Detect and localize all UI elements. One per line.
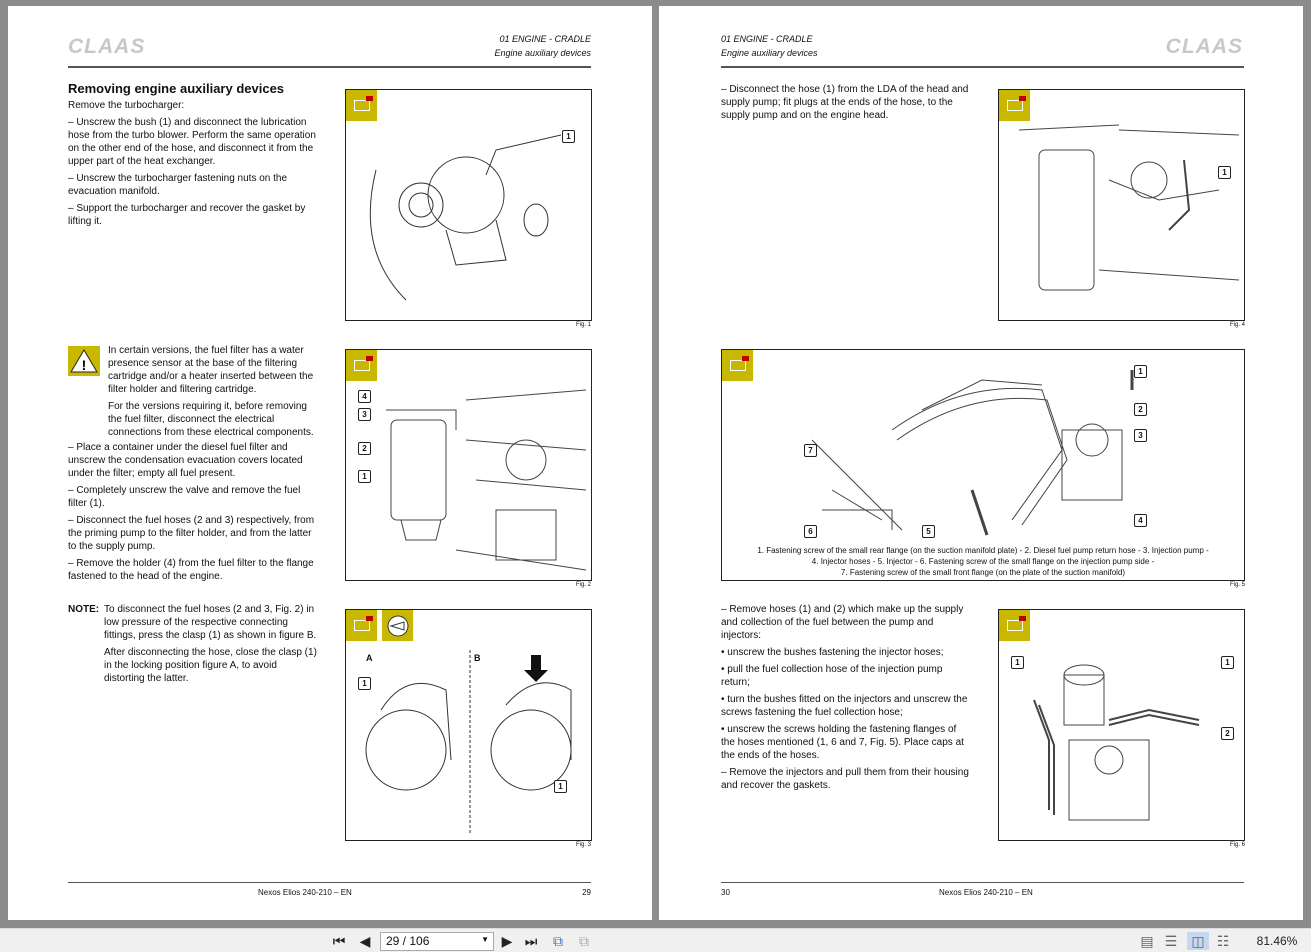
- paragraph: – Remove the holder (4) from the fuel fi…: [68, 558, 314, 582]
- header-rule: [721, 66, 1244, 68]
- figure-label: Fig. 4: [1229, 322, 1245, 328]
- note-label: NOTE:: [68, 604, 100, 615]
- paragraph: – Support the turbocharger and recover t…: [68, 203, 306, 227]
- paragraph: – Completely unscrew the valve and remov…: [68, 485, 301, 509]
- figure-6: 112: [998, 609, 1245, 841]
- svg-text:!: !: [82, 357, 87, 373]
- page-title: Removing engine auxiliary devices: [68, 81, 285, 96]
- page-number: 30: [721, 888, 730, 897]
- warning-icon: !: [68, 346, 100, 376]
- figure-label: Fig. 6: [1229, 842, 1245, 848]
- next-page-icon[interactable]: ▶: [498, 932, 516, 950]
- viewer-toolbar: ⏮ ◀ 29 / 106 ▼ ▶ ⏭ ⧉ ⧉ ▤ ☰ ◫ ☷ 81.46%: [0, 928, 1311, 952]
- figure-label: Fig. 1: [575, 322, 591, 328]
- figure-caption-line: 7. Fastening screw of the small front fl…: [840, 568, 1126, 577]
- facing-pages-icon[interactable]: ◫: [1187, 932, 1209, 950]
- figure-label: Fig. 2: [575, 582, 591, 588]
- paragraph: – Unscrew the bush (1) and disconnect th…: [68, 117, 316, 167]
- paragraph: – Place a container under the diesel fue…: [68, 442, 303, 479]
- go-forward-view-icon[interactable]: ⧉: [574, 932, 594, 950]
- first-page-icon[interactable]: ⏮: [330, 932, 348, 950]
- footer-title: Nexos Elios 240-210 – EN: [258, 888, 352, 897]
- figure-b-label: B: [474, 653, 481, 663]
- continuous-page-icon[interactable]: ☰: [1162, 932, 1180, 950]
- header-section: 01 ENGINE - CRADLE: [721, 34, 813, 44]
- paragraph: – Unscrew the turbocharger fastening nut…: [68, 173, 288, 197]
- removal-icon: [999, 90, 1030, 121]
- zoom-level[interactable]: 81.46%: [1252, 932, 1302, 950]
- continuous-facing-icon[interactable]: ☷: [1214, 932, 1232, 950]
- paragraph: • turn the bushes fitted on the injector…: [721, 694, 968, 718]
- note-text: After disconnecting the hose, close the …: [104, 647, 317, 684]
- turbocharger-drawing: [369, 134, 562, 301]
- go-back-view-icon[interactable]: ⧉: [548, 932, 568, 950]
- paragraph: – Remove hoses (1) and (2) which make up…: [721, 604, 964, 641]
- page-select[interactable]: 29 / 106 ▼: [380, 932, 494, 951]
- claas-logo: CLAAS: [68, 35, 146, 58]
- removal-icon: [346, 350, 377, 381]
- hose-lda-drawing: [1018, 124, 1240, 291]
- figure-5: 1234567 1. Fastening screw of the small …: [721, 349, 1245, 581]
- paragraph: – Disconnect the fuel hoses (2 and 3) re…: [68, 515, 315, 552]
- paragraph: – Remove the injectors and pull them fro…: [721, 767, 969, 791]
- single-page-icon[interactable]: ▤: [1138, 932, 1156, 950]
- figure-label: Fig. 3: [575, 842, 591, 848]
- removal-icon: [346, 90, 377, 121]
- page-29: CLAAS 01 ENGINE - CRADLE Engine auxiliar…: [8, 6, 652, 920]
- header-subsection: Engine auxiliary devices: [721, 48, 818, 58]
- page-field-value: 29 / 106: [386, 934, 430, 948]
- paragraph: • unscrew the bushes fastening the injec…: [721, 647, 944, 658]
- header-subsection: Engine auxiliary devices: [494, 48, 591, 58]
- figure-caption-line: 1. Fastening screw of the small rear fla…: [757, 546, 1209, 555]
- paragraph: Remove the turbocharger:: [68, 100, 185, 111]
- fuel-hoses-drawing: [1033, 664, 1200, 821]
- chevron-down-icon[interactable]: ▼: [481, 935, 489, 944]
- removal-icon: [346, 610, 377, 641]
- injector-hoses-drawing: [811, 370, 1134, 536]
- previous-page-icon[interactable]: ◀: [356, 932, 374, 950]
- figure-2: 4321: [345, 349, 592, 581]
- paragraph: • unscrew the screws holding the fasteni…: [721, 724, 964, 761]
- footer-rule: [721, 882, 1244, 883]
- note-text: To disconnect the fuel hoses (2 and 3, F…: [104, 604, 317, 641]
- removal-icon: [999, 610, 1030, 641]
- warning-text: In certain versions, the fuel filter has…: [108, 345, 314, 395]
- footer-title: Nexos Elios 240-210 – EN: [939, 888, 1033, 897]
- page-number: 29: [582, 888, 591, 897]
- header-section: 01 ENGINE - CRADLE: [499, 34, 591, 44]
- figure-1: 1: [345, 89, 592, 321]
- last-page-icon[interactable]: ⏭: [522, 932, 540, 950]
- figure-a-label: A: [366, 653, 373, 663]
- removal-icon: [722, 350, 753, 381]
- figure-3: A B 11: [345, 609, 592, 841]
- hose-clasp-drawing: [365, 650, 572, 835]
- paragraph: – Disconnect the hose (1) from the LDA o…: [721, 84, 969, 121]
- header-rule: [68, 66, 591, 68]
- fuel-filter-drawing: [386, 389, 587, 571]
- figure-label: Fig. 5: [1229, 582, 1245, 588]
- figure-4: 1: [998, 89, 1245, 321]
- claas-logo: CLAAS: [1165, 35, 1243, 58]
- detail-view-icon: [382, 610, 413, 641]
- paragraph: • pull the fuel collection hose of the i…: [721, 664, 943, 688]
- footer-rule: [68, 882, 591, 883]
- warning-text: For the versions requiring it, before re…: [108, 401, 314, 438]
- page-30: CLAAS 01 ENGINE - CRADLE Engine auxiliar…: [659, 6, 1303, 920]
- figure-caption-line: 4. Injector hoses - 5. Injector - 6. Fas…: [811, 557, 1155, 566]
